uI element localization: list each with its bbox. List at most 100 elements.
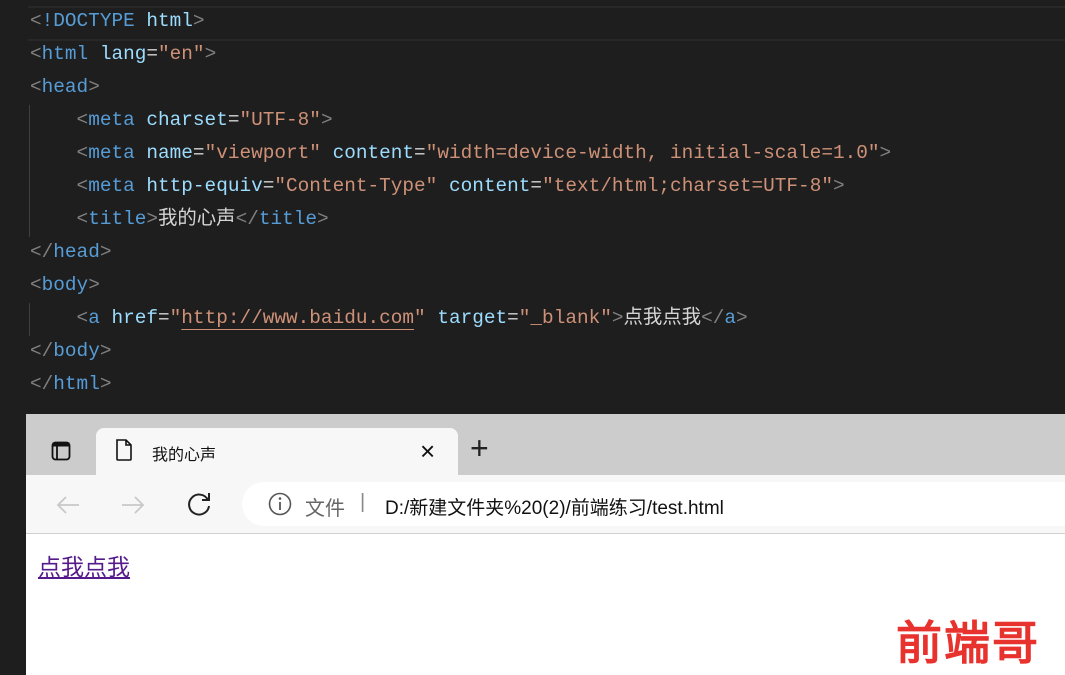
code-token: </ xyxy=(30,340,54,362)
code-token: > xyxy=(611,307,624,329)
code-token: > xyxy=(832,175,845,197)
address-bar[interactable]: 文件 | D:/新建文件夹%20(2)/前端练习/test.html xyxy=(242,482,1065,526)
code-token: > xyxy=(879,142,892,164)
code-token: </ xyxy=(30,373,54,395)
code-token: " xyxy=(169,307,182,329)
code-line: <meta name="viewport" content="width=dev… xyxy=(30,137,892,170)
code-token: = xyxy=(507,307,519,329)
info-icon[interactable] xyxy=(268,492,292,516)
page-link[interactable]: 点我点我 xyxy=(38,548,130,582)
close-tab-icon[interactable]: × xyxy=(420,436,435,467)
code-token: > xyxy=(99,241,112,263)
back-icon[interactable] xyxy=(54,491,82,519)
code-token: html xyxy=(41,43,89,65)
code-line: <body> xyxy=(30,269,100,302)
browser-tab[interactable]: 我的心声 × xyxy=(96,428,458,475)
new-tab-button[interactable]: + xyxy=(470,430,489,467)
code-token: head xyxy=(53,241,100,263)
address-separator: | xyxy=(360,491,366,513)
code-token: > xyxy=(99,340,112,362)
code-token: > xyxy=(204,43,217,65)
code-token: < xyxy=(76,307,89,329)
code-line: </head> xyxy=(30,236,111,269)
code-token: body xyxy=(41,274,89,296)
code-token: charset xyxy=(146,109,228,131)
code-line: </html> xyxy=(30,368,111,401)
code-token: = xyxy=(530,175,543,197)
code-line: <head> xyxy=(30,71,100,104)
code-token: "UTF-8" xyxy=(239,109,321,131)
code-token: < xyxy=(30,10,42,32)
code-token: name xyxy=(146,142,193,164)
code-token: </ xyxy=(701,307,725,329)
code-token: 点我点我 xyxy=(623,307,702,329)
code-token: head xyxy=(41,76,89,98)
code-line: <meta http-equiv="Content-Type" content=… xyxy=(30,170,845,203)
refresh-icon[interactable] xyxy=(185,489,215,519)
code-token: content xyxy=(332,142,415,164)
code-token: </ xyxy=(30,241,54,263)
code-token: http-equiv xyxy=(146,175,263,197)
code-token: = xyxy=(414,142,426,164)
watermark-logo: 前端哥 xyxy=(896,616,1040,670)
code-token: > xyxy=(736,307,748,329)
code-token: content xyxy=(448,175,531,197)
code-token: = xyxy=(192,142,205,164)
code-line: <meta charset="UTF-8"> xyxy=(30,104,333,137)
code-token: "viewport" xyxy=(204,142,321,164)
browser-toolbar: 文件 | D:/新建文件夹%20(2)/前端练习/test.html xyxy=(26,475,1065,534)
code-line: <a href="http://www.baidu.com" target="_… xyxy=(30,302,748,335)
code-token: "Content-Type" xyxy=(274,175,438,197)
code-token: "en" xyxy=(158,43,205,65)
code-token: href xyxy=(111,307,159,329)
code-token: = xyxy=(262,175,275,197)
code-token: http://www.baidu.com xyxy=(181,307,415,329)
code-token: = xyxy=(227,109,240,131)
code-token: > xyxy=(320,109,333,131)
code-token: < xyxy=(76,208,89,230)
code-line: <html lang="en"> xyxy=(30,38,216,71)
code-token: > xyxy=(146,208,159,230)
code-token: "_blank" xyxy=(518,307,612,329)
code-token: html xyxy=(53,373,100,395)
code-token: target xyxy=(437,307,508,329)
page-icon xyxy=(114,438,134,462)
code-token: < xyxy=(76,142,89,164)
tab-actions-icon[interactable] xyxy=(50,440,72,462)
code-token: meta xyxy=(88,142,135,164)
code-editor[interactable]: <!DOCTYPE html> <html lang="en"> <head> <m… xyxy=(0,0,1065,414)
code-token: > xyxy=(192,10,205,32)
code-token: > xyxy=(317,208,329,230)
code-token: > xyxy=(88,274,100,296)
code-line: </body> xyxy=(30,335,111,368)
code-token: < xyxy=(30,274,42,296)
code-token: < xyxy=(76,109,89,131)
address-scheme-label: 文件 xyxy=(305,498,345,520)
forward-icon[interactable] xyxy=(119,491,147,519)
code-token: lang xyxy=(99,43,147,65)
tab-bar: 我的心声 × + xyxy=(26,414,1065,475)
code-token: = xyxy=(158,307,170,329)
code-token: a xyxy=(724,307,736,329)
code-token: !DOCTYPE xyxy=(41,10,135,32)
code-token: "text/html;charset=UTF-8" xyxy=(542,175,833,197)
code-token: title xyxy=(88,208,147,230)
code-token: body xyxy=(53,340,100,362)
code-line: <title>我的心声</title> xyxy=(30,203,329,236)
code-token: " xyxy=(414,307,426,329)
url-text[interactable]: D:/新建文件夹%20(2)/前端练习/test.html xyxy=(385,493,724,520)
code-token: > xyxy=(88,76,100,98)
code-token: a xyxy=(88,307,100,329)
code-token: meta xyxy=(88,109,135,131)
